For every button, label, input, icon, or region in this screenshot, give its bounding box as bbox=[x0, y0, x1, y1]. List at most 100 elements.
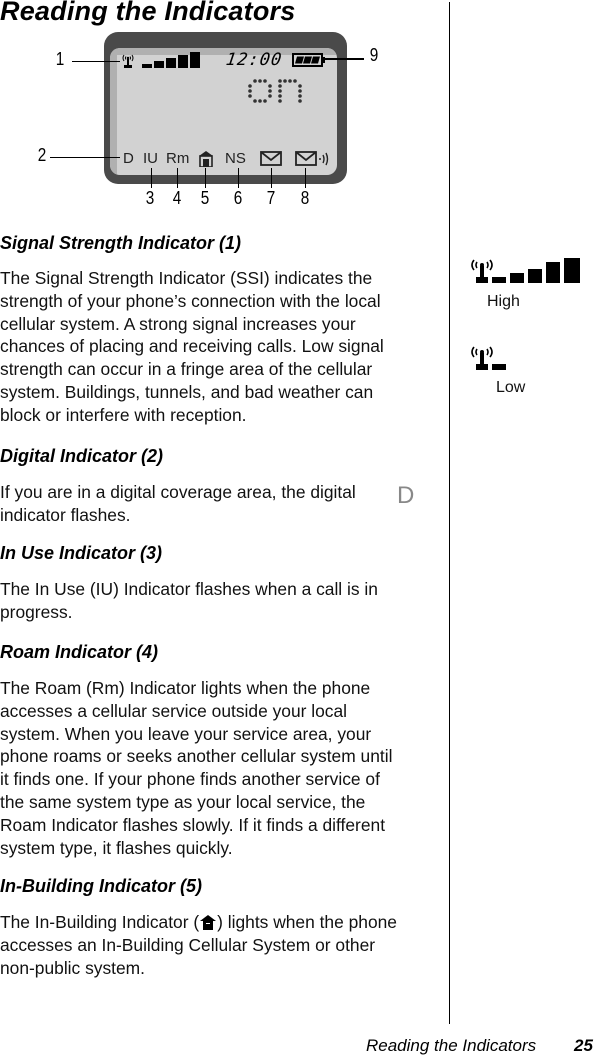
text-line: Roam Indicator flashes slowly. If it fin… bbox=[0, 814, 386, 835]
lcd-dot bbox=[248, 84, 252, 88]
in-building-icon bbox=[200, 915, 217, 930]
roam-indicator: Rm bbox=[166, 150, 190, 167]
signal-bar bbox=[178, 55, 188, 68]
lcd-dot bbox=[253, 99, 257, 103]
text-line: The In-Building Indicator ( ) lights whe… bbox=[0, 911, 436, 934]
lcd-dot bbox=[283, 79, 287, 83]
antenna-icon bbox=[471, 259, 493, 283]
signal-bar bbox=[528, 269, 542, 283]
digital-indicator-symbol: D bbox=[397, 482, 415, 509]
lcd-dot bbox=[268, 89, 272, 93]
section-heading-digital: Digital Indicator (2) bbox=[0, 446, 164, 466]
lcd-dot bbox=[298, 94, 302, 98]
text-line: it finds one. If your phone finds anothe… bbox=[0, 769, 380, 790]
text-fragment: The In-Building Indicator ( bbox=[0, 912, 200, 932]
text-line: progress. bbox=[0, 601, 73, 622]
section-body-in-building: The In-Building Indicator ( ) lights whe… bbox=[0, 911, 436, 979]
text-line: accesses an In-Building Cellular System … bbox=[0, 934, 376, 955]
callout-line-2 bbox=[50, 157, 120, 158]
antenna-icon bbox=[471, 346, 493, 370]
text-line: system. Buildings, tunnels, and bad weat… bbox=[0, 381, 374, 402]
signal-bar bbox=[492, 364, 506, 370]
section-heading-roam: Roam Indicator (4) bbox=[0, 642, 159, 662]
text-line: If you are in a digital coverage area, t… bbox=[0, 482, 356, 502]
callout-line-6 bbox=[238, 168, 239, 188]
signal-bar bbox=[154, 61, 164, 68]
lcd-dot bbox=[268, 94, 272, 98]
callout-number-4: 4 bbox=[172, 188, 182, 208]
lcd-dot bbox=[298, 84, 302, 88]
callout-number-8: 8 bbox=[300, 188, 310, 208]
text-line: block or interfere with reception. bbox=[0, 404, 247, 425]
lcd-dot bbox=[258, 79, 262, 83]
signal-bar bbox=[492, 277, 506, 283]
ns-indicator: NS bbox=[225, 150, 246, 167]
column-divider bbox=[449, 2, 450, 1024]
text-line: the same system type as your local servi… bbox=[0, 791, 366, 812]
text-line: accesses a cellular service outside your… bbox=[0, 700, 348, 721]
text-fragment: ) lights when the phone bbox=[217, 912, 397, 932]
voicemail-icon bbox=[295, 151, 329, 166]
lcd-dot bbox=[268, 84, 272, 88]
lcd-dot bbox=[298, 89, 302, 93]
lcd-dot bbox=[248, 94, 252, 98]
signal-bar bbox=[510, 273, 524, 283]
section-body-roam: The Roam (Rm) Indicator lights when the … bbox=[0, 677, 436, 859]
text-line: system type, it flashes quickly. bbox=[0, 837, 233, 858]
section-heading-in-building: In-Building Indicator (5) bbox=[0, 876, 202, 896]
callout-line-7 bbox=[271, 168, 272, 188]
lcd-dot bbox=[263, 99, 267, 103]
signal-bar bbox=[142, 64, 152, 68]
signal-high-icon bbox=[471, 258, 580, 283]
text-line: chances of placing and receiving calls. … bbox=[0, 336, 384, 357]
lcd-signal-strength-icon bbox=[122, 52, 200, 68]
lcd-clock: 12:00 bbox=[224, 50, 284, 70]
text-line: strength of your phone’s connection with… bbox=[0, 290, 381, 311]
in-use-indicator: IU bbox=[143, 150, 158, 167]
signal-bar bbox=[546, 262, 560, 283]
signal-low-icon bbox=[471, 346, 506, 370]
page-number: 25 bbox=[574, 1036, 593, 1055]
page-title: Reading the Indicators bbox=[0, 0, 296, 26]
text-line: The In Use (IU) Indicator flashes when a… bbox=[0, 579, 378, 599]
battery-icon bbox=[292, 53, 325, 67]
section-heading-signal-strength: Signal Strength Indicator (1) bbox=[0, 233, 242, 253]
callout-number-2: 2 bbox=[37, 145, 47, 165]
lcd-dot bbox=[288, 79, 292, 83]
section-heading-in-use: In Use Indicator (3) bbox=[0, 543, 163, 563]
signal-high-label: High bbox=[487, 293, 520, 310]
digital-indicator: D bbox=[123, 150, 134, 167]
section-body-signal-strength: The Signal Strength Indicator (SSI) indi… bbox=[0, 267, 436, 427]
lcd-dot bbox=[248, 89, 252, 93]
callout-line-4 bbox=[177, 168, 178, 188]
lcd-dot bbox=[278, 84, 282, 88]
signal-low-label: Low bbox=[496, 379, 526, 396]
callout-number-3: 3 bbox=[145, 188, 155, 208]
message-icon bbox=[260, 151, 282, 166]
section-body-in-use: The In Use (IU) Indicator flashes when a… bbox=[0, 578, 436, 624]
lcd-dot bbox=[293, 79, 297, 83]
callout-line-1 bbox=[72, 61, 120, 62]
lcd-dot bbox=[278, 79, 282, 83]
footer-section-title: Reading the Indicators bbox=[366, 1036, 537, 1055]
lcd-status-text-on bbox=[248, 79, 302, 103]
lcd-dot bbox=[258, 99, 262, 103]
in-building-icon bbox=[199, 151, 213, 167]
signal-bar bbox=[190, 52, 200, 68]
lcd-display-figure: 12:00 D IU Rm NS 1 2 3 4 5 6 7 8 9 bbox=[0, 28, 440, 218]
callout-line-5 bbox=[205, 168, 206, 188]
callout-line-8 bbox=[305, 168, 306, 188]
section-body-digital: If you are in a digital coverage area, t… bbox=[0, 481, 436, 527]
callout-number-7: 7 bbox=[266, 188, 276, 208]
callout-number-9: 9 bbox=[369, 45, 379, 65]
callout-line-9 bbox=[322, 58, 364, 60]
text-line: cellular system. A strong signal increas… bbox=[0, 313, 356, 334]
callout-line-3 bbox=[151, 168, 152, 188]
text-line: indicator flashes. bbox=[0, 504, 131, 525]
signal-bar bbox=[564, 258, 580, 283]
lcd-dot bbox=[278, 94, 282, 98]
text-line: The Roam (Rm) Indicator lights when the … bbox=[0, 678, 371, 698]
lcd-dot bbox=[278, 89, 282, 93]
text-line: phone roams or seeks another cellular sy… bbox=[0, 746, 393, 767]
text-line: The Signal Strength Indicator (SSI) indi… bbox=[0, 268, 373, 288]
